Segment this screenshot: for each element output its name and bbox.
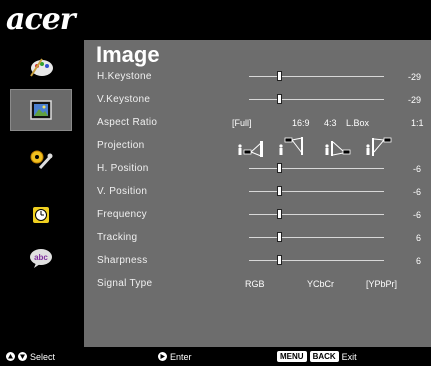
v-position-value: -6 [412, 187, 421, 197]
v-keystone-row[interactable]: V.Keystone -29 [84, 92, 431, 108]
rear-desktop-icon[interactable] [324, 136, 352, 158]
h-keystone-row[interactable]: H.Keystone -29 [84, 69, 431, 85]
exit-label: Exit [341, 351, 357, 362]
v-position-slider-knob[interactable] [277, 186, 282, 196]
sidebar-item-language[interactable]: abc [10, 237, 72, 279]
v-position-slider[interactable] [249, 186, 384, 196]
sharpness-value: 6 [415, 256, 421, 266]
tracking-slider[interactable] [249, 232, 384, 242]
acer-logo: acer [6, 2, 76, 37]
h-position-slider[interactable] [249, 163, 384, 173]
aspect-ratio-label: Aspect Ratio [97, 117, 158, 128]
h-position-label: H. Position [97, 163, 149, 174]
footer-enter-hint: Enter [158, 347, 192, 366]
h-keystone-slider[interactable] [249, 71, 384, 81]
projection-row[interactable]: Projection [84, 137, 431, 157]
frequency-slider-knob[interactable] [277, 209, 282, 219]
v-keystone-label: V.Keystone [97, 94, 151, 105]
signal-option-rgb[interactable]: RGB [245, 276, 265, 292]
v-position-label: V. Position [97, 186, 148, 197]
v-position-row[interactable]: V. Position -6 [84, 184, 431, 200]
footer-exit-hint: MENU BACK Exit [277, 347, 357, 366]
menu-key: MENU [277, 351, 307, 362]
v-keystone-slider-knob[interactable] [277, 94, 282, 104]
aspect-option-16-9[interactable]: 16:9 [292, 115, 310, 131]
front-ceiling-icon[interactable] [278, 136, 306, 158]
up-arrow-icon [6, 352, 15, 361]
h-keystone-label: H.Keystone [97, 71, 152, 82]
footer-bar: Select Enter MENU BACK Exit [0, 347, 431, 366]
palette-icon [30, 58, 53, 77]
sharpness-label: Sharpness [97, 255, 148, 266]
projection-label: Projection [97, 140, 145, 151]
speech-bubble-icon: abc [30, 249, 52, 268]
signal-option-ycbcr[interactable]: YCbCr [307, 276, 334, 292]
clock-icon [33, 207, 49, 223]
top-bar: acer [0, 0, 431, 40]
signal-type-row[interactable]: Signal Type RGB YCbCr [YPbPr] [84, 276, 431, 292]
sidebar: abc [0, 40, 84, 347]
h-position-row[interactable]: H. Position -6 [84, 161, 431, 177]
v-keystone-value: -29 [407, 95, 421, 105]
sidebar-item-image[interactable] [10, 89, 72, 131]
h-position-slider-knob[interactable] [277, 163, 282, 173]
picture-icon [30, 100, 52, 120]
rear-ceiling-icon[interactable] [365, 136, 393, 158]
aspect-option-lbox[interactable]: L.Box [346, 115, 369, 131]
tracking-slider-knob[interactable] [277, 232, 282, 242]
page-title: Image [96, 42, 160, 67]
frequency-row[interactable]: Frequency -6 [84, 207, 431, 223]
sharpness-row[interactable]: Sharpness 6 [84, 253, 431, 269]
enter-label: Enter [170, 351, 192, 362]
frequency-label: Frequency [97, 209, 147, 220]
h-position-value: -6 [412, 164, 421, 174]
aspect-ratio-row[interactable]: Aspect Ratio [Full] 16:9 4:3 L.Box 1:1 [84, 115, 431, 131]
svg-text:abc: abc [34, 253, 48, 262]
sidebar-item-color[interactable] [10, 46, 72, 88]
aspect-option-4-3[interactable]: 4:3 [324, 115, 337, 131]
tracking-row[interactable]: Tracking 6 [84, 230, 431, 246]
right-arrow-icon [158, 352, 167, 361]
signal-type-label: Signal Type [97, 278, 153, 289]
sidebar-item-timer[interactable] [10, 194, 72, 236]
frequency-value: -6 [412, 210, 421, 220]
tracking-label: Tracking [97, 232, 138, 243]
footer-select-hint: Select [6, 347, 55, 366]
v-keystone-slider[interactable] [249, 94, 384, 104]
aspect-option-full[interactable]: [Full] [232, 115, 252, 131]
tracking-value: 6 [415, 233, 421, 243]
sharpness-slider-knob[interactable] [277, 255, 282, 265]
back-key: BACK [309, 351, 339, 362]
aspect-option-1-1[interactable]: 1:1 [411, 115, 424, 131]
sidebar-item-management[interactable] [10, 139, 72, 181]
signal-option-ypbpr[interactable]: [YPbPr] [366, 276, 397, 292]
image-settings-panel: Image H.Keystone -29 V.Keystone -29 Aspe… [84, 40, 431, 347]
h-keystone-value: -29 [407, 72, 421, 82]
select-label: Select [30, 351, 56, 362]
sharpness-slider[interactable] [249, 255, 384, 265]
front-desktop-icon[interactable] [237, 136, 265, 158]
frequency-slider[interactable] [249, 209, 384, 219]
down-arrow-icon [18, 352, 27, 361]
tools-icon [30, 150, 53, 170]
h-keystone-slider-knob[interactable] [277, 71, 282, 81]
